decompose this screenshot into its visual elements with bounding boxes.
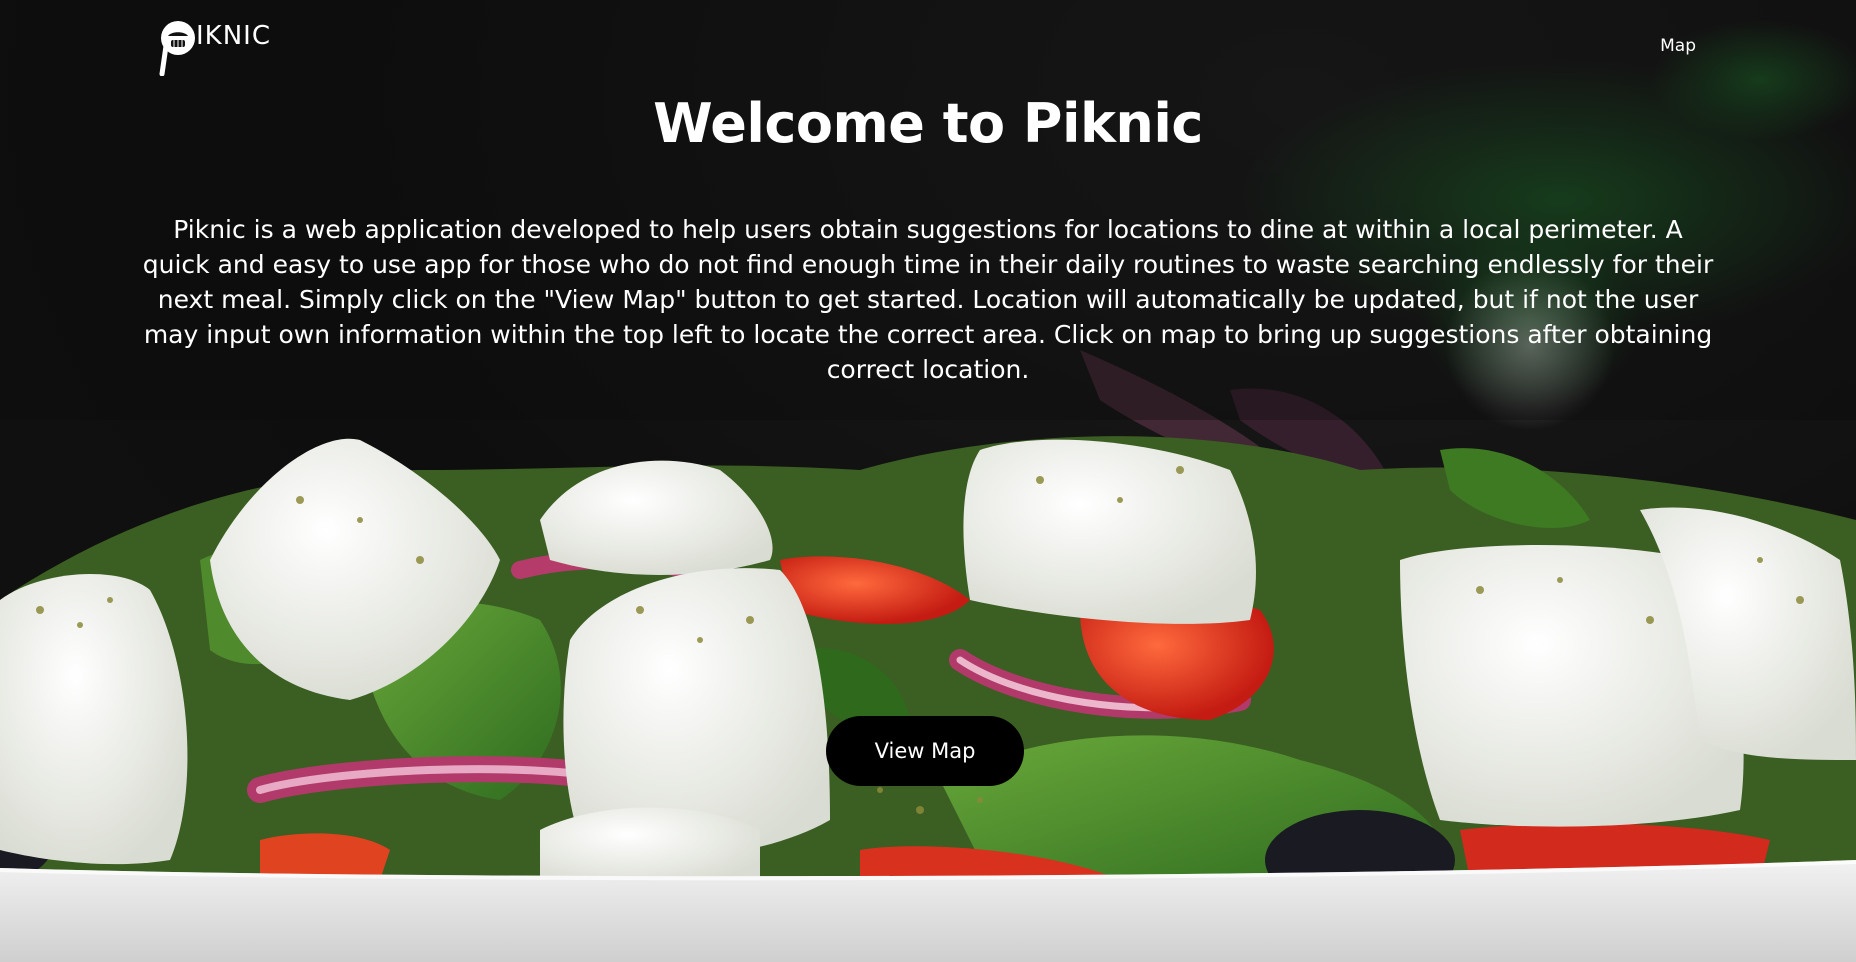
piknic-logo-icon [159, 21, 195, 76]
page-title: Welcome to Piknic [653, 92, 1203, 155]
hero-description: Piknic is a web application developed to… [142, 215, 1714, 384]
nav-map-link[interactable]: Map [1660, 36, 1696, 56]
view-map-button[interactable]: View Map [826, 716, 1024, 786]
logo-wordmark: IKNIC [196, 21, 271, 51]
piknic-logo[interactable]: IKNIC [156, 18, 271, 76]
